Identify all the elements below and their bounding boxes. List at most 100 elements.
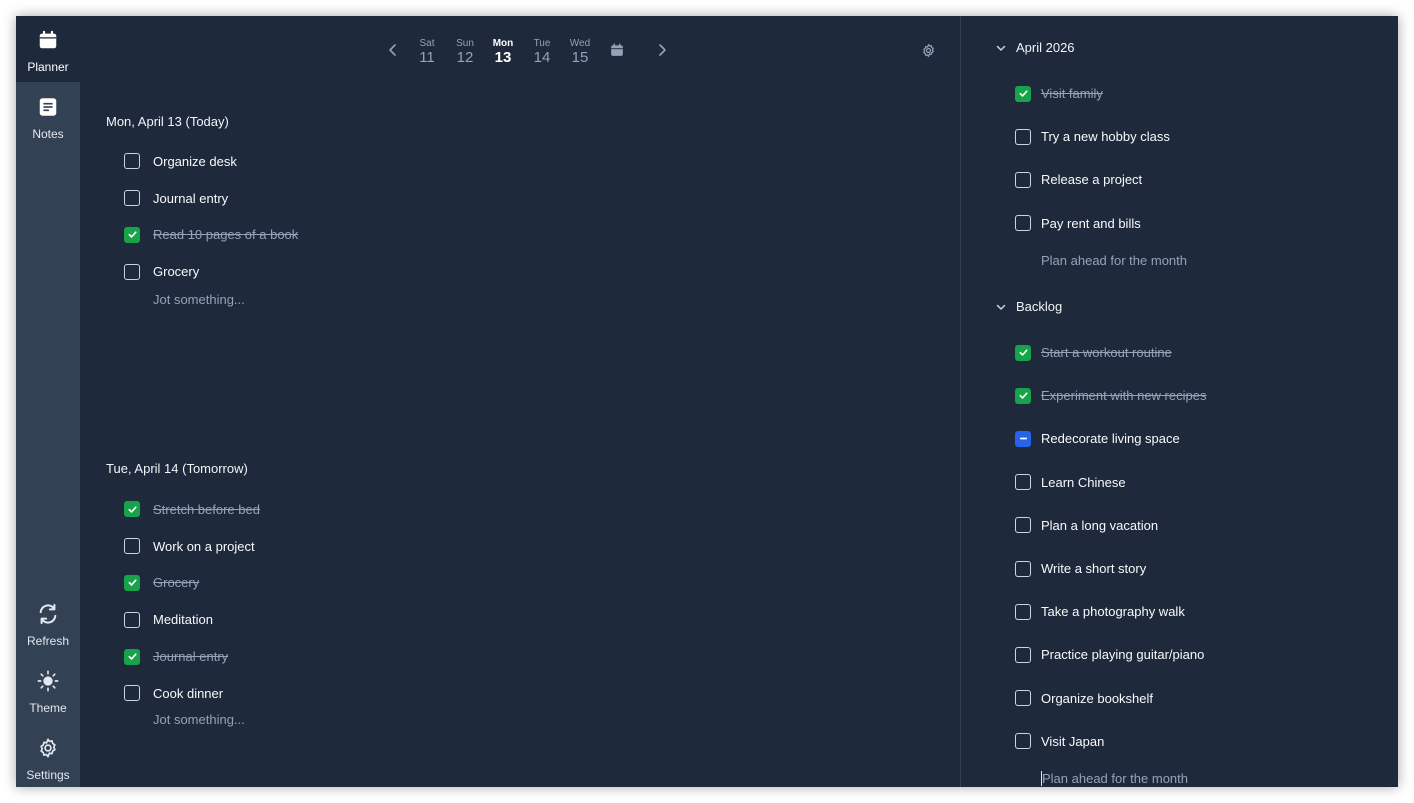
task-item[interactable]: Grocery xyxy=(124,565,824,602)
chevron-right-icon[interactable] xyxy=(654,42,670,58)
task-checkbox[interactable] xyxy=(1015,128,1031,145)
task-checkbox[interactable] xyxy=(124,648,140,665)
date-navigator: Sat 11 Sun 12 Mon 13 Tue 14 Wed 15 xyxy=(80,16,960,86)
task-label: Take a photography walk xyxy=(1041,604,1185,620)
day-wed[interactable]: Wed 15 xyxy=(562,38,598,66)
task-label: Experiment with new recipes xyxy=(1041,388,1207,404)
month-plan-input[interactable]: Plan ahead for the month xyxy=(1015,253,1385,268)
backlog-plan-input[interactable]: Plan ahead for the month xyxy=(1041,770,1385,786)
task-item[interactable]: Try a new hobby class xyxy=(1015,115,1385,158)
task-label: Write a short story xyxy=(1041,561,1147,577)
month-group-title: April 2026 xyxy=(1016,40,1075,55)
task-checkbox[interactable] xyxy=(1015,215,1031,232)
theme-button[interactable]: Theme xyxy=(16,657,80,723)
backlog-task-list: Start a workout routine Experiment with … xyxy=(1015,331,1385,786)
refresh-label: Refresh xyxy=(26,634,70,648)
task-checkbox[interactable] xyxy=(1015,690,1031,707)
jot-input[interactable]: Jot something... xyxy=(124,292,824,307)
task-item[interactable]: Visit Japan xyxy=(1015,720,1385,763)
sidebar-item-label: Planner xyxy=(27,60,69,74)
day-date: 15 xyxy=(571,49,589,66)
task-item[interactable]: Cook dinner xyxy=(124,675,824,712)
task-label: Cook dinner xyxy=(153,685,224,701)
refresh-button[interactable]: Refresh xyxy=(16,590,80,656)
task-checkbox[interactable] xyxy=(124,153,140,170)
task-item[interactable]: Take a photography walk xyxy=(1015,590,1385,633)
day-sat[interactable]: Sat 11 xyxy=(409,38,445,66)
task-label: Work on a project xyxy=(153,538,255,554)
task-checkbox[interactable] xyxy=(1015,646,1031,663)
gear-icon[interactable] xyxy=(921,43,936,63)
task-checkbox-partial[interactable] xyxy=(1015,430,1031,447)
chevron-left-icon[interactable] xyxy=(385,42,401,58)
section-title-today: Mon, April 13 (Today) xyxy=(106,114,229,129)
jot-input[interactable]: Jot something... xyxy=(124,712,824,727)
task-checkbox[interactable] xyxy=(1015,85,1031,102)
task-checkbox[interactable] xyxy=(124,538,140,555)
task-label: Start a workout routine xyxy=(1041,345,1172,361)
task-item[interactable]: Experiment with new recipes xyxy=(1015,374,1385,417)
task-checkbox[interactable] xyxy=(124,501,140,518)
task-checkbox[interactable] xyxy=(1015,474,1031,491)
task-label: Release a project xyxy=(1041,172,1143,188)
task-item[interactable]: Start a workout routine xyxy=(1015,331,1385,374)
task-item[interactable]: Learn Chinese xyxy=(1015,461,1385,504)
gear-icon xyxy=(37,737,59,764)
sidebar: Planner Notes Refresh Theme Settings xyxy=(16,16,80,787)
task-checkbox[interactable] xyxy=(124,611,140,628)
task-item[interactable]: Pay rent and bills xyxy=(1015,202,1385,245)
task-item[interactable]: Organize bookshelf xyxy=(1015,677,1385,720)
month-group-header[interactable]: April 2026 xyxy=(995,40,1075,55)
task-item[interactable]: Write a short story xyxy=(1015,547,1385,590)
task-checkbox[interactable] xyxy=(1015,733,1031,750)
task-checkbox[interactable] xyxy=(124,574,140,591)
planner-main: Sat 11 Sun 12 Mon 13 Tue 14 Wed 15 Mon, … xyxy=(80,16,960,787)
task-label: Redecorate living space xyxy=(1041,431,1180,447)
task-checkbox[interactable] xyxy=(1015,560,1031,577)
task-item[interactable]: Stretch before bed xyxy=(124,491,824,528)
task-item[interactable]: Work on a project xyxy=(124,528,824,565)
task-item[interactable]: Plan a long vacation xyxy=(1015,504,1385,547)
sidebar-item-notes[interactable]: Notes xyxy=(16,83,80,149)
task-item[interactable]: Practice playing guitar/piano xyxy=(1015,633,1385,676)
task-item[interactable]: Release a project xyxy=(1015,158,1385,201)
sidebar-item-planner[interactable]: Planner xyxy=(16,16,80,82)
task-item[interactable]: Journal entry xyxy=(124,638,824,675)
task-checkbox[interactable] xyxy=(1015,344,1031,361)
day-sun[interactable]: Sun 12 xyxy=(447,38,483,66)
task-checkbox[interactable] xyxy=(124,685,140,702)
task-label: Read 10 pages of a book xyxy=(153,227,299,243)
task-checkbox[interactable] xyxy=(1015,171,1031,188)
settings-button[interactable]: Settings xyxy=(16,724,80,787)
day-mon[interactable]: Mon 13 xyxy=(485,38,521,66)
day-tue[interactable]: Tue 14 xyxy=(524,38,560,66)
task-checkbox[interactable] xyxy=(1015,517,1031,534)
task-label: Learn Chinese xyxy=(1041,474,1126,490)
task-checkbox[interactable] xyxy=(1015,603,1031,620)
task-label: Grocery xyxy=(153,575,200,591)
task-item[interactable]: Redecorate living space xyxy=(1015,417,1385,460)
backlog-group-header[interactable]: Backlog xyxy=(995,299,1062,314)
chevron-down-icon xyxy=(996,304,1006,310)
task-checkbox[interactable] xyxy=(124,190,140,207)
day-name: Sat xyxy=(419,38,435,49)
task-label: Journal entry xyxy=(153,649,229,665)
task-label: Stretch before bed xyxy=(153,501,260,517)
day-name: Mon xyxy=(492,38,514,49)
task-item[interactable]: Grocery xyxy=(124,253,824,290)
task-checkbox[interactable] xyxy=(124,263,140,280)
task-item[interactable]: Journal entry xyxy=(124,180,824,217)
calendar-icon xyxy=(37,29,59,56)
day-date: 13 xyxy=(494,49,512,66)
backlog-group-title: Backlog xyxy=(1016,299,1063,314)
task-checkbox[interactable] xyxy=(124,226,140,243)
task-item[interactable]: Visit family xyxy=(1015,72,1385,115)
section-title-tomorrow: Tue, April 14 (Tomorrow) xyxy=(106,461,248,476)
task-item[interactable]: Read 10 pages of a book xyxy=(124,217,824,254)
task-label: Grocery xyxy=(153,264,200,280)
task-label: Plan a long vacation xyxy=(1041,517,1159,533)
task-item[interactable]: Organize desk xyxy=(124,143,824,180)
task-checkbox[interactable] xyxy=(1015,387,1031,404)
calendar-picker-icon[interactable] xyxy=(610,43,624,62)
task-item[interactable]: Meditation xyxy=(124,601,824,638)
